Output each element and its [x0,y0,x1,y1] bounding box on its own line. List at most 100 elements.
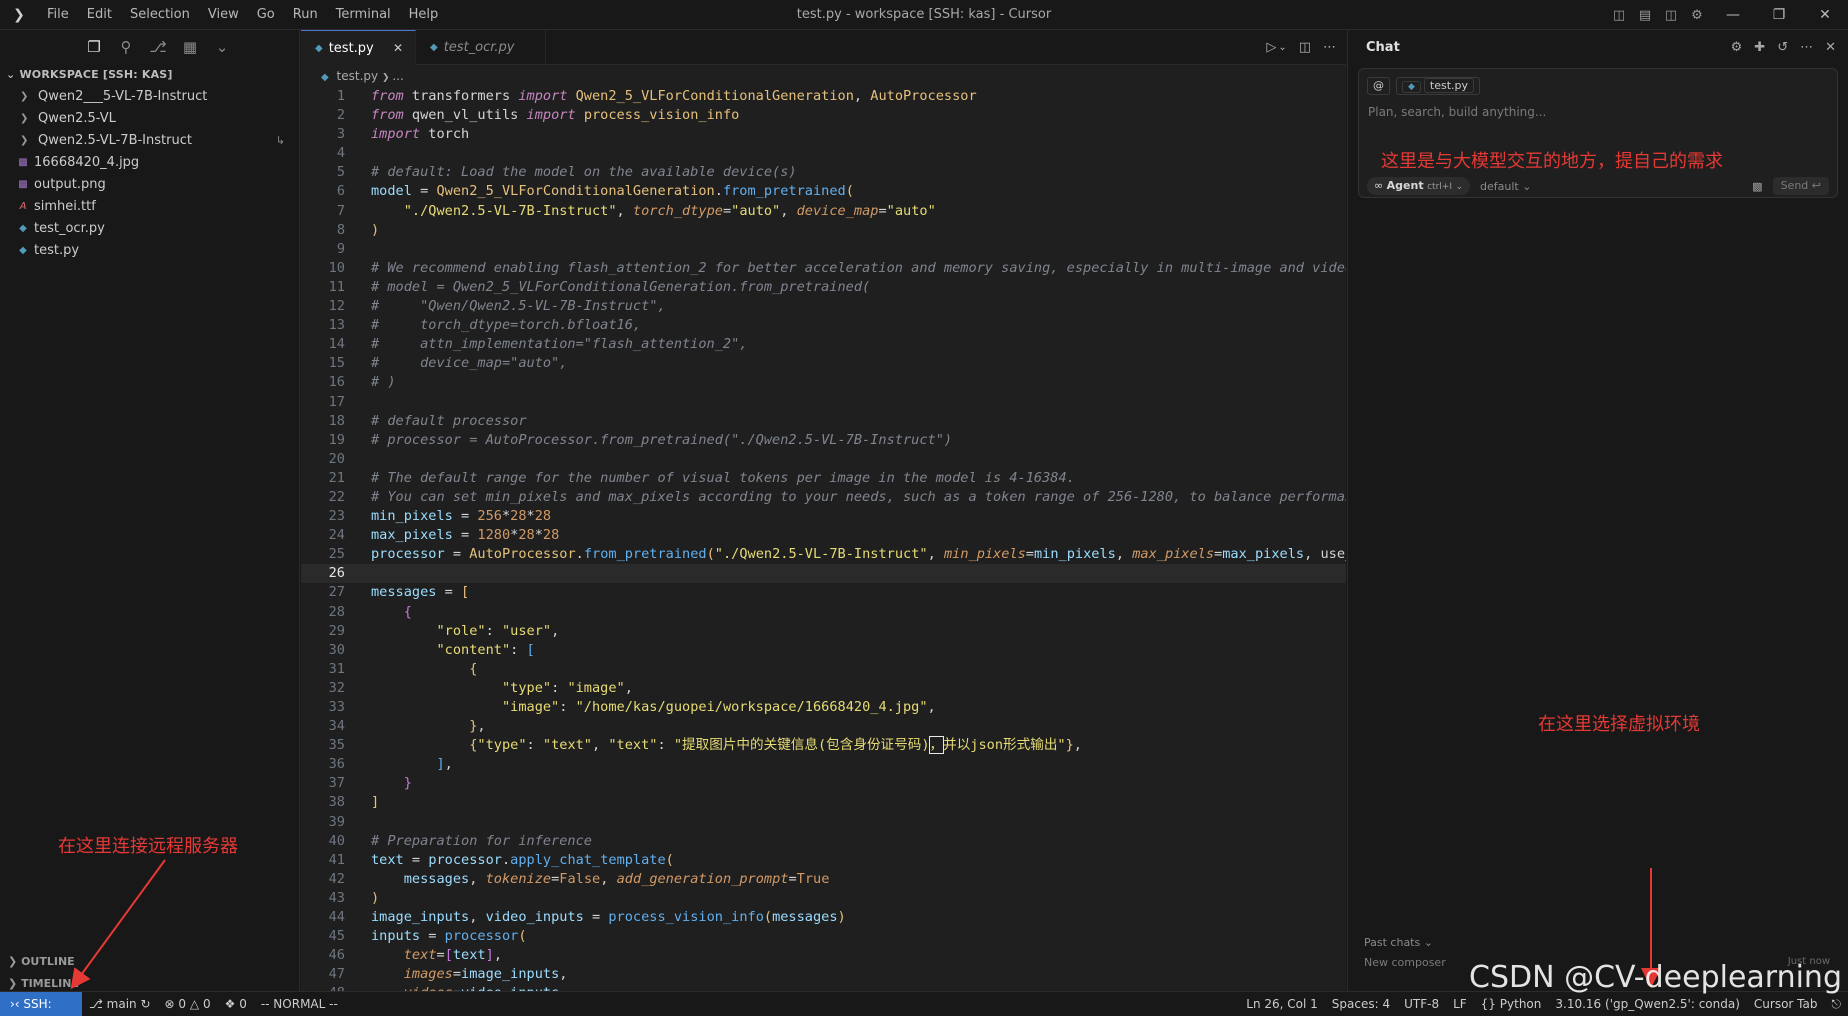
vim-mode: -- NORMAL -- [260,997,338,1011]
new-composer-item[interactable]: New composer [1364,956,1446,969]
more-actions-icon[interactable]: ⋯ [1800,40,1813,55]
python-interpreter[interactable]: 3.10.16 ('gp_Qwen2.5': conda) [1548,997,1747,1011]
end-of-line[interactable]: LF [1446,997,1474,1011]
code-line: 18 # default processor [328,412,527,429]
toggle-secondary-sidebar-icon[interactable]: ◫ [1658,8,1684,23]
chevron-down-icon: ⌄ [6,68,16,81]
breadcrumb-symbol[interactable]: ... [392,69,403,83]
code-line: 9 [336,240,345,257]
python-file-icon: ◆ [321,72,329,83]
settings-gear-icon[interactable]: ⚙ [1731,40,1743,55]
menu-file[interactable]: File [38,0,78,30]
code-line: 10 # We recommend enabling flash_attentio… [328,259,1346,276]
close-window-icon[interactable]: ✕ [1802,7,1848,23]
tree-file[interactable]: ▩ output.png [0,174,299,196]
menu-view[interactable]: View [199,0,248,30]
problems-indicator[interactable]: ⊗ 0 △ 0 [158,997,218,1011]
code-line: 1 from transformers import Qwen2_5_VLForC… [336,88,977,104]
code-line: 43) [328,889,380,906]
tree-folder[interactable]: ❯ Qwen2.5-VL [0,108,299,130]
breadcrumb-file[interactable]: test.py [337,69,379,83]
code-line: 38] [328,794,380,811]
extensions-icon[interactable]: ▦ [176,33,204,61]
more-actions-icon[interactable]: ⋯ [1323,40,1336,55]
explorer-files-icon[interactable]: ❐ [80,33,108,61]
menu-edit[interactable]: Edit [78,0,121,30]
code-line: 14 # attn_implementation="flash_attention… [328,336,748,353]
chevron-right-icon: ❯ [20,91,29,102]
menu-run[interactable]: Run [284,0,327,30]
tree-folder[interactable]: ❯ Qwen2.5-VL-7B-Instruct ↳ [0,130,299,152]
code-line: 25 processor = AutoProcessor.from_pretrai… [328,546,1346,563]
minimize-icon[interactable]: — [1710,7,1756,23]
code-line: 15 # device_map="auto", [328,355,568,372]
chevron-down-icon: ⌄ [1423,936,1433,949]
broadcast-icon: ❖ [224,997,236,1011]
past-chats-toggle[interactable]: Past chats ⌄ [1364,936,1433,949]
current-code-line: 26 [301,564,1346,584]
python-file-icon: ◆ [315,42,323,54]
code-line: 41 text = processor.apply_chat_template( [328,851,674,868]
code-line: 12 # "Qwen/Qwen2.5-VL-7B-Instruct", [328,298,666,315]
toggle-sidebar-icon[interactable]: ◫ [1606,8,1632,23]
mention-button[interactable]: @ [1367,77,1390,95]
tree-folder[interactable]: ❯ Qwen2___5-VL-7B-Instruct [0,86,299,108]
tab-test-py[interactable]: ◆ test.py ✕ [301,30,416,65]
tree-file[interactable]: ▩ 16668420_4.jpg [0,152,299,174]
workspace-section-header[interactable]: ⌄ WORKSPACE [SSH: KAS] [0,64,299,86]
history-icon[interactable]: ↺ [1777,40,1788,55]
split-editor-icon[interactable]: ◫ [1299,40,1311,55]
menu-terminal[interactable]: Terminal [327,0,400,30]
cursor-tab[interactable]: Cursor Tab [1747,997,1825,1011]
bell-icon[interactable]: ⎋ [1825,997,1848,1012]
search-icon[interactable]: ⚲ [112,33,140,61]
code-area[interactable]: 1 from transformers import Qwen2_5_VLForC… [301,87,1346,991]
git-branch[interactable]: ⎇ main ↻ [82,997,158,1011]
close-tab-icon[interactable]: ✕ [393,41,403,55]
tree-file[interactable]: ◆ test.py [0,240,299,262]
agent-mode-dropdown[interactable]: ∞ Agent ctrl+I ⌄ [1367,177,1471,195]
code-line: 44 image_inputs, video_inputs = process_v… [328,909,846,926]
plus-icon[interactable]: ✚ [1754,40,1765,55]
chat-input-box[interactable]: @ ◆ test.py Plan, search, build anything.… [1358,68,1838,198]
code-line: 13 # torch_dtype=torch.bfloat16, [328,317,642,334]
toggle-panel-icon[interactable]: ▤ [1632,8,1658,23]
ports-indicator[interactable]: ❖ 0 [218,997,254,1011]
tab-test-ocr-py[interactable]: ◆ test_ocr.py [416,30,546,65]
code-line: 31 { [328,660,478,677]
encoding[interactable]: UTF-8 [1397,997,1446,1011]
settings-gear-icon[interactable]: ⚙ [1684,8,1710,23]
menu-help[interactable]: Help [400,0,448,30]
code-line: 7 "./Qwen2.5-VL-7B-Instruct", torch_dtyp… [336,202,936,219]
close-icon[interactable]: ✕ [1825,40,1836,55]
outline-section-header[interactable]: ❯ OUTLINE [0,951,300,973]
language-mode[interactable]: {} Python [1474,997,1549,1011]
chat-panel: Chat ⚙ ✚ ↺ ⋯ ✕ @ ◆ test.py Plan, search, … [1347,30,1848,991]
run-icon[interactable]: ▷ [1266,40,1276,55]
code-line: 28 { [328,603,412,620]
code-line: 32 "type": "image", [328,679,633,696]
menu-go[interactable]: Go [248,0,284,30]
annotation-remote-note: 在这里连接远程服务器 [58,836,238,857]
model-dropdown[interactable]: default ⌄ [1480,180,1531,193]
tree-file[interactable]: ◆ test_ocr.py [0,218,299,240]
python-file-icon: ◆ [1402,81,1421,93]
error-icon: ⊗ [164,997,175,1011]
indentation[interactable]: Spaces: 4 [1325,997,1397,1011]
chat-placeholder[interactable]: Plan, search, build anything... [1368,105,1546,119]
image-upload-icon[interactable]: ▩ [1752,180,1762,193]
menu-bar: File Edit Selection View Go Run Terminal… [38,0,447,30]
watermark: CSDN @CV-deeplearning [1469,960,1842,995]
chevron-right-icon: ❯ [8,955,18,968]
tree-file[interactable]: A simhei.ttf [0,196,299,218]
restore-icon[interactable]: ❐ [1756,7,1802,23]
chevron-down-icon[interactable]: ⌄ [208,33,236,61]
remote-connection-button[interactable]: ›‹ SSH: kas [0,992,82,1016]
source-control-icon[interactable]: ⎇ [144,33,172,61]
menu-selection[interactable]: Selection [121,0,199,30]
send-button[interactable]: Send ↩ [1772,177,1829,195]
cursor-position[interactable]: Ln 26, Col 1 [1239,997,1325,1011]
code-line: 6 model = Qwen2_5_VLForConditionalGenerat… [336,183,854,200]
context-file-chip[interactable]: ◆ test.py [1396,77,1481,95]
chevron-down-icon[interactable]: ⌄ [1278,42,1286,53]
